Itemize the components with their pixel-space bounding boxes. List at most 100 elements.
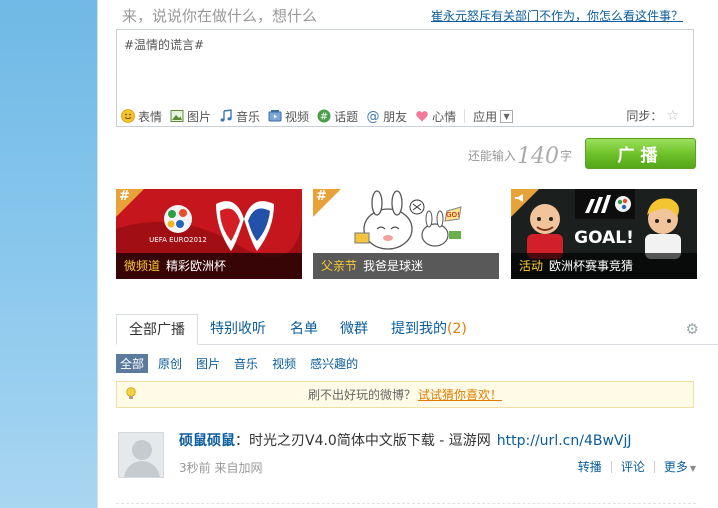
- mood-label: 心情: [432, 109, 457, 124]
- post-time[interactable]: 3秒前: [179, 461, 211, 475]
- timeline-tabs: 全部广播 特别收听 名单 微群 提到我的(2) ⚙: [116, 314, 718, 345]
- post-colon: ：: [235, 433, 249, 449]
- music-icon: [220, 109, 232, 122]
- banner-category: 父亲节: [321, 259, 358, 273]
- banner-category: 活动: [519, 259, 544, 273]
- notice-text: 刷不出好玩的微博？: [307, 388, 416, 402]
- post-actions: 转播 评论 更多 ▼: [578, 458, 696, 475]
- topic-icon: #: [317, 109, 331, 123]
- smiley-icon: [121, 109, 135, 123]
- chevron-down-icon: ▼: [689, 464, 696, 473]
- post-meta: 3秒前 来自加网: [179, 459, 262, 476]
- recommend-notice: 刷不出好玩的微博？ 试试猜你喜欢！: [116, 381, 694, 408]
- image-label: 图片: [187, 109, 212, 124]
- post-source[interactable]: 来自加网: [214, 461, 262, 475]
- banner-title: 欧洲杯赛事竞猜: [549, 259, 634, 273]
- topic-label: 话题: [334, 109, 359, 124]
- heart-icon: [416, 111, 428, 122]
- post-link[interactable]: http://url.cn/4BwVjJ: [497, 433, 632, 449]
- mood-button[interactable]: 心情: [415, 108, 456, 125]
- apps-label: 应用: [473, 109, 498, 124]
- repost-button[interactable]: 转播: [578, 458, 602, 475]
- mentions-count-badge: (2): [447, 321, 467, 337]
- banner-title: 我爸是球迷: [363, 259, 424, 273]
- at-icon: @: [367, 110, 380, 124]
- counter-number: 140: [517, 144, 560, 169]
- tab-all-broadcasts[interactable]: 全部广播: [116, 314, 198, 345]
- filter-music[interactable]: 音乐: [234, 355, 258, 372]
- image-button[interactable]: 图片: [170, 108, 211, 125]
- emoji-label: 表情: [138, 109, 163, 124]
- tab-label: 特别收听: [210, 321, 266, 337]
- topic-button[interactable]: # 话题: [317, 108, 358, 125]
- hash-icon: #: [316, 189, 327, 204]
- mention-button[interactable]: @ 朋友: [366, 108, 408, 125]
- tab-lists[interactable]: 名单: [290, 314, 318, 344]
- banner-caption: 父亲节 我爸是球迷: [313, 253, 499, 279]
- post-username[interactable]: 硕鼠硕鼠: [179, 433, 235, 449]
- toolbar-divider: [464, 109, 466, 123]
- megaphone-icon: [515, 194, 523, 202]
- content-filters: 全部 原创 图片 音乐 视频 感兴趣的: [116, 353, 372, 373]
- guess-you-like-link[interactable]: 试试猜你喜欢！: [418, 386, 502, 403]
- emoji-button[interactable]: 表情: [121, 108, 162, 125]
- counter-suffix: 字: [560, 149, 573, 163]
- video-button[interactable]: 视频: [268, 108, 309, 125]
- counter-prefix: 还能输入: [468, 149, 517, 163]
- more-label: 更多: [663, 460, 688, 474]
- filter-all[interactable]: 全部: [116, 353, 149, 373]
- broadcast-button[interactable]: 广播: [585, 138, 696, 169]
- image-icon: [170, 110, 184, 122]
- tab-groups[interactable]: 微群: [340, 314, 368, 344]
- svg-text:#: #: [320, 112, 328, 123]
- hash-icon: #: [119, 189, 130, 204]
- euro-logo-text: UEFA EURO2012: [149, 236, 207, 244]
- avatar[interactable]: [118, 432, 164, 478]
- sync-label: 同步：: [626, 109, 663, 123]
- video-label: 视频: [285, 109, 310, 124]
- feed-divider: [116, 503, 696, 504]
- music-label: 音乐: [236, 109, 261, 124]
- filter-interesting[interactable]: 感兴趣的: [310, 355, 358, 372]
- tab-mentions[interactable]: 提到我的(2): [391, 314, 467, 344]
- left-background: [0, 0, 97, 508]
- char-counter: 还能输入140字: [468, 144, 572, 169]
- sync-area: 同步： ☆: [626, 107, 679, 124]
- video-icon: [268, 110, 282, 122]
- banner-caption: 活动 欧洲杯赛事竞猜: [511, 253, 697, 279]
- composer-box: 表情 图片 音乐: [116, 29, 694, 127]
- tab-special-follow[interactable]: 特别收听: [210, 314, 266, 344]
- go-sign-text: GO!: [446, 211, 460, 219]
- composer-toolbar: 表情 图片 音乐 视频 # 话题 @ 朋友 心情 应用 ▼ 同步： ☆: [121, 107, 689, 125]
- banner-caption: 微频道 精彩欧洲杯: [116, 253, 302, 279]
- filter-video[interactable]: 视频: [272, 355, 296, 372]
- feed-item: 硕鼠硕鼠：时光之刃V4.0简体中文版下载 - 逗游网 http://url.cn/…: [116, 428, 696, 488]
- mention-label: 朋友: [383, 109, 408, 124]
- hot-topic-link[interactable]: 崔永元怒斥有关部门不作为，你怎么看这件事？: [431, 7, 683, 24]
- banner-fathers-day[interactable]: GO! # 父亲节 我爸是球迷: [313, 189, 499, 279]
- chevron-down-icon: ▼: [500, 109, 514, 123]
- post-input[interactable]: [117, 30, 693, 102]
- banner-category: 微频道: [124, 259, 161, 273]
- banner-title: 精彩欧洲杯: [166, 259, 227, 273]
- apps-dropdown[interactable]: 应用 ▼: [473, 108, 514, 125]
- banner-euro-quiz[interactable]: GOAL! 活动 欧洲杯赛事竞猜: [511, 189, 697, 279]
- banner-euro-channel[interactable]: UEFA EURO2012 # 微频道 精彩欧洲杯: [116, 189, 302, 279]
- tab-label: 名单: [290, 321, 318, 337]
- post-content: 硕鼠硕鼠：时光之刃V4.0简体中文版下载 - 逗游网 http://url.cn/…: [179, 430, 632, 450]
- tab-label: 提到我的: [391, 321, 447, 337]
- filter-images[interactable]: 图片: [196, 355, 220, 372]
- tab-label: 微群: [340, 321, 368, 337]
- goal-text: GOAL!: [574, 228, 634, 248]
- composer-prompt: 来，说说你在做什么，想什么: [122, 7, 318, 25]
- filter-original[interactable]: 原创: [158, 355, 182, 372]
- main-panel: 来，说说你在做什么，想什么 崔永元怒斥有关部门不作为，你怎么看这件事？ 表情 图…: [97, 0, 718, 508]
- more-button[interactable]: 更多 ▼: [664, 458, 696, 475]
- svg-text:@: @: [367, 110, 380, 124]
- post-text: 时光之刃V4.0简体中文版下载 - 逗游网: [249, 433, 491, 449]
- music-button[interactable]: 音乐: [219, 108, 260, 125]
- comment-button[interactable]: 评论: [621, 458, 645, 475]
- gear-icon[interactable]: ⚙: [686, 320, 699, 338]
- lightbulb-icon: [126, 387, 136, 399]
- star-icon[interactable]: ☆: [666, 108, 679, 124]
